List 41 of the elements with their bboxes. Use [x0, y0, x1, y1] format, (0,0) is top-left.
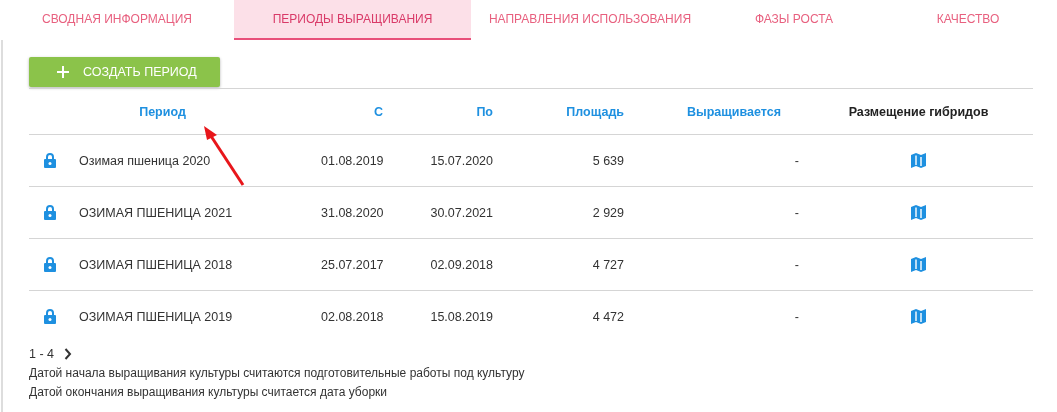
map-icon[interactable]: [911, 205, 926, 220]
tab[interactable]: ФАЗЫ РОСТА: [709, 0, 879, 40]
page-range: 1 - 4: [29, 347, 54, 361]
table-cell: -: [794, 205, 799, 220]
tab[interactable]: СВОДНАЯ ИНФОРМАЦИЯ: [0, 0, 234, 40]
column-header[interactable]: С: [373, 104, 383, 119]
plus-icon: [57, 66, 69, 78]
table-cell: 15.07.2020: [430, 153, 493, 168]
table-cell: ОЗИМАЯ ПШЕНИЦА 2018: [79, 257, 233, 272]
footnote-text: Датой окончания выращивания культуры считается дата уборки: [29, 384, 389, 401]
column-header[interactable]: Площадь: [566, 104, 624, 119]
create-period-button[interactable]: СОЗДАТЬ ПЕРИОД: [29, 57, 220, 87]
table-cell: 4 727: [592, 257, 624, 272]
tab[interactable]: НАПРАВЛЕНИЯ ИСПОЛЬЗОВАНИЯ: [471, 0, 709, 40]
table-cell: 25.07.2017: [321, 257, 384, 272]
table-cell: 30.07.2021: [430, 205, 493, 220]
tab[interactable]: КАЧЕСТВО: [879, 0, 1057, 40]
footnote-text: Датой начала выращивания культуры считаются подготовительные работы под культуру: [29, 365, 526, 382]
map-icon[interactable]: [911, 153, 926, 168]
column-header[interactable]: Период: [139, 104, 186, 119]
table-cell: 2 929: [592, 205, 624, 220]
column-header[interactable]: Выращивается: [687, 104, 781, 119]
map-icon[interactable]: [911, 309, 926, 324]
table-cell: -: [794, 309, 799, 324]
column-header[interactable]: По: [476, 104, 493, 119]
table-cell: ОЗИМАЯ ПШЕНИЦА 2021: [79, 205, 233, 220]
map-icon[interactable]: [911, 257, 926, 272]
table-cell: 4 472: [592, 309, 624, 324]
column-header: Размещение гибридов: [848, 104, 989, 119]
chevron-right-icon[interactable]: [64, 348, 72, 360]
table-cell: Озимая пшеница 2020: [79, 153, 211, 168]
table-cell: -: [794, 257, 799, 272]
table-cell: 01.08.2019: [321, 153, 384, 168]
tab[interactable]: ПЕРИОДЫ ВЫРАЩИВАНИЯ: [234, 0, 471, 40]
table-cell: 02.09.2018: [430, 257, 493, 272]
table-cell: ОЗИМАЯ ПШЕНИЦА 2019: [79, 309, 233, 324]
table-cell: 31.08.2020: [321, 205, 384, 220]
table-cell: 5 639: [592, 153, 624, 168]
table-cell: -: [794, 153, 799, 168]
table-cell: 02.08.2018: [321, 309, 384, 324]
table-cell: 15.08.2019: [430, 309, 493, 324]
